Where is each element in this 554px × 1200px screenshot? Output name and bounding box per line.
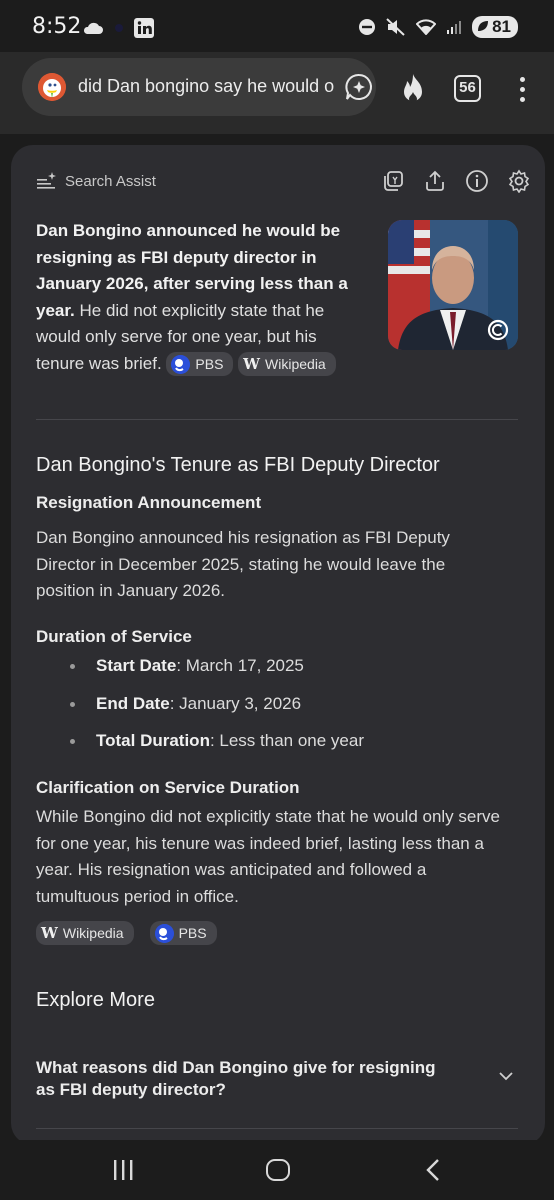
signal-icon — [447, 21, 462, 34]
source-chip-label: Wikipedia — [265, 355, 326, 372]
bullet-label: Total Duration — [96, 731, 210, 750]
source-chips: W Wikipedia PBS — [36, 921, 217, 945]
overflow-menu-icon[interactable] — [512, 74, 532, 104]
status-left-icons — [82, 18, 154, 38]
back-icon[interactable] — [426, 1158, 440, 1182]
bullet-value: : March 17, 2025 — [176, 656, 304, 675]
search-assist-sparkle-icon — [37, 172, 56, 189]
dot-icon — [115, 24, 123, 32]
source-chip-wikipedia[interactable]: W Wikipedia — [238, 352, 336, 377]
explore-question[interactable]: What reasons did Dan Bongino give for re… — [36, 1057, 456, 1101]
source-chip-wikipedia[interactable]: W Wikipedia — [36, 921, 134, 945]
wikipedia-icon: W — [243, 354, 261, 373]
assist-summary: Dan Bongino announced he would be resign… — [36, 218, 354, 377]
list-item: Start Date: March 17, 2025 — [70, 653, 364, 691]
bullet-label: Start Date — [96, 656, 177, 675]
divider — [36, 419, 518, 420]
linkedin-icon — [134, 18, 154, 38]
list-item: Total Duration: Less than one year — [70, 728, 364, 766]
source-chip-label: Wikipedia — [62, 925, 124, 941]
tab-switcher-button[interactable]: 56 — [454, 75, 481, 102]
mute-icon — [386, 18, 405, 36]
battery-level: 81 — [492, 17, 511, 36]
system-nav-bar — [0, 1140, 554, 1200]
portrait-image[interactable] — [388, 220, 518, 350]
browser-toolbar: did Dan bongino say he would o 56 — [0, 52, 554, 134]
duration-list: Start Date: March 17, 2025 End Date: Jan… — [70, 653, 364, 766]
settings-gear-icon[interactable] — [507, 169, 531, 193]
explore-more-title: Explore More — [36, 989, 155, 1011]
article-heading: Dan Bongino's Tenure as FBI Deputy Direc… — [36, 454, 440, 476]
source-chip-pbs[interactable]: PBS — [149, 921, 217, 945]
status-right-icons: 81 — [358, 16, 518, 38]
duckduckgo-logo-icon — [38, 73, 66, 101]
section-title-resignation: Resignation Announcement — [36, 493, 262, 512]
cloud-icon — [83, 22, 103, 34]
wikipedia-icon: W — [41, 924, 58, 942]
wifi-icon — [416, 19, 437, 35]
source-chip-label: PBS — [195, 355, 224, 372]
status-bar: 8:52 81 — [0, 0, 554, 52]
duck-ai-chat-icon[interactable] — [344, 72, 374, 102]
search-assist-header: Search Assist — [37, 171, 156, 191]
address-bar-text[interactable]: did Dan bongino say he would o — [78, 76, 344, 97]
info-icon[interactable] — [465, 169, 489, 193]
pbs-icon — [171, 354, 191, 374]
divider — [36, 1128, 518, 1129]
battery-indicator: 81 — [472, 16, 518, 38]
fire-clear-data-icon[interactable] — [398, 72, 428, 106]
battery-saver-icon — [478, 21, 489, 31]
bullet-value: : January 3, 2026 — [169, 693, 302, 713]
section-text-clarification: While Bongino did not explicitly state t… — [36, 807, 500, 906]
share-icon[interactable] — [423, 169, 447, 193]
list-item: End Date: January 3, 2026 — [70, 691, 364, 729]
search-assist-title: Search Assist — [65, 172, 156, 190]
bullet-label: End Date — [96, 693, 170, 713]
section-text-resignation: Dan Bongino announced his resignation as… — [36, 528, 450, 600]
pbs-icon — [154, 923, 174, 943]
section-title-duration: Duration of Service — [36, 627, 192, 646]
assist-actions — [381, 169, 531, 193]
copy-icon[interactable] — [381, 169, 405, 193]
source-chip-label: PBS — [178, 925, 207, 941]
address-bar[interactable]: did Dan bongino say he would o — [22, 58, 376, 116]
chevron-down-icon[interactable] — [497, 1070, 515, 1082]
dnd-icon — [359, 19, 376, 35]
section-title-clarification: Clarification on Service Duration — [36, 778, 300, 797]
recents-icon[interactable] — [112, 1159, 134, 1181]
home-icon[interactable] — [266, 1159, 290, 1181]
search-assist-card: Search Assist Dan Bongino announced he w… — [11, 145, 545, 1145]
status-time: 8:52 — [32, 14, 82, 39]
bullet-value: : Less than one year — [209, 731, 364, 750]
source-chip-pbs[interactable]: PBS — [166, 352, 234, 377]
